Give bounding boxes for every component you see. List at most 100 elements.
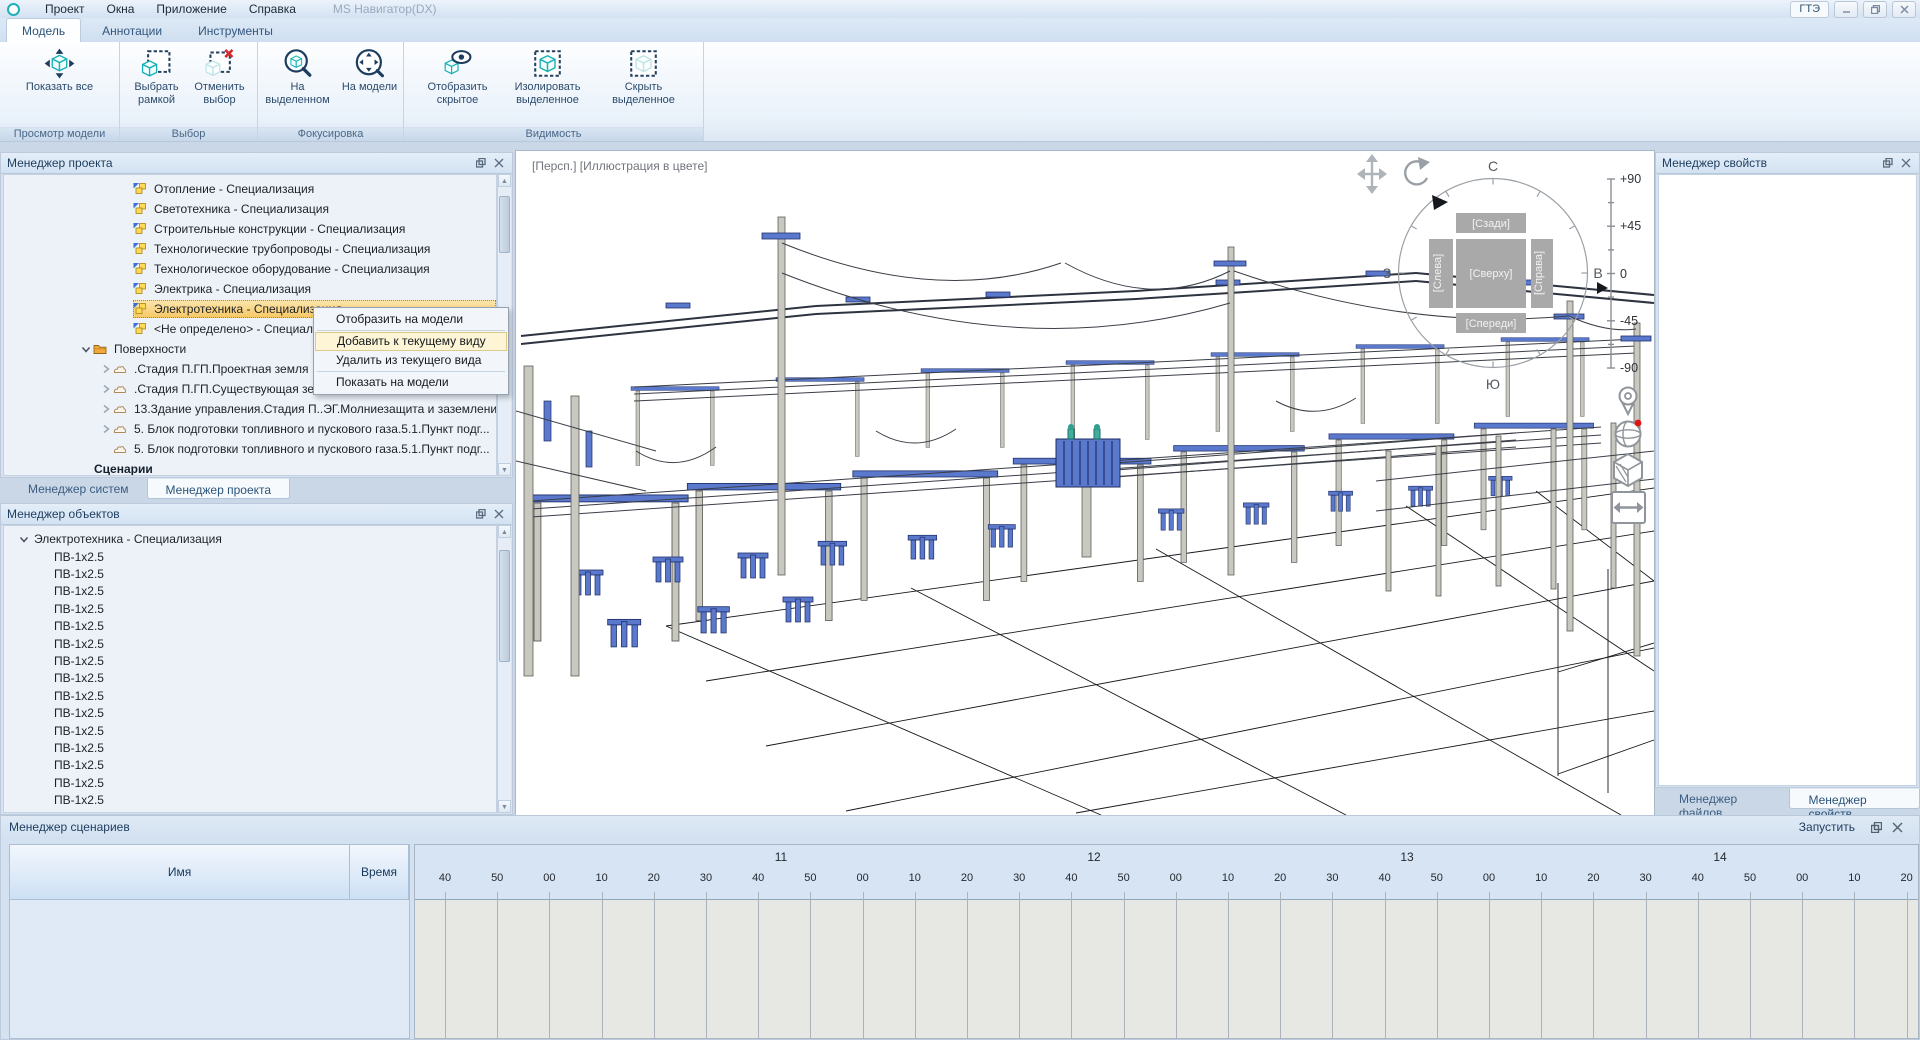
compass-east-label[interactable]: В xyxy=(1593,265,1602,281)
context-menu-item[interactable]: Отобразить на модели xyxy=(315,310,507,329)
menu-help[interactable]: Справка xyxy=(238,0,307,18)
scrollbar-thumb[interactable] xyxy=(499,550,510,662)
float-panel-icon[interactable] xyxy=(476,158,486,168)
menu-application[interactable]: Приложение xyxy=(145,0,237,18)
context-menu-item[interactable]: Удалить из текущего вида xyxy=(315,351,507,370)
close-panel-icon[interactable] xyxy=(1901,158,1911,168)
tree-item[interactable]: Технологическое оборудование - Специализ… xyxy=(4,259,496,279)
scroll-down-icon[interactable]: ▼ xyxy=(498,463,511,476)
minimize-button[interactable] xyxy=(1834,1,1858,18)
scroll-up-icon[interactable]: ▲ xyxy=(498,525,511,538)
object-list-item[interactable]: ПВ-1x2.5 xyxy=(4,670,496,687)
object-list-item[interactable]: ПВ-1x2.5 xyxy=(4,739,496,756)
tab-Аннотации[interactable]: Аннотации xyxy=(87,19,177,42)
object-list-scrollbar[interactable]: ▲ ▼ xyxy=(497,525,511,813)
expander-expanded-icon[interactable] xyxy=(79,342,93,356)
compass-face-front[interactable]: [Спереди] xyxy=(1466,318,1517,330)
isolate-selected-button[interactable]: Изолировать выделенное xyxy=(500,46,596,106)
object-list-item[interactable]: ПВ-1x2.5 xyxy=(4,687,496,704)
pan-width-tool-icon[interactable] xyxy=(1612,492,1645,523)
close-panel-icon[interactable] xyxy=(1892,822,1903,833)
timeline-gridline xyxy=(1228,892,1229,1038)
elevation-pointer[interactable] xyxy=(1597,282,1608,294)
compass-west-label[interactable]: З xyxy=(1383,265,1391,281)
object-list-item[interactable]: ПВ-1x2.5 xyxy=(4,809,496,813)
expander-collapsed-icon[interactable] xyxy=(99,402,113,416)
tree-item-label: Технологическое оборудование - Специализ… xyxy=(151,262,433,276)
tree-item[interactable]: Светотехника - Специализация xyxy=(4,199,496,219)
float-panel-icon[interactable] xyxy=(1871,822,1882,833)
show-all-button[interactable]: Показать все xyxy=(4,46,116,94)
object-list-item[interactable]: ПВ-1x2.5 xyxy=(4,791,496,808)
tree-item[interactable]: 5. Блок подготовки топливного и пусковог… xyxy=(4,419,496,439)
restore-button[interactable] xyxy=(1863,1,1887,18)
scroll-down-icon[interactable]: ▼ xyxy=(498,800,511,813)
timeline-ruler[interactable]: 4050001020304050001020304050001020304050… xyxy=(415,845,1918,900)
tree-item[interactable]: 13.Здание управления.Стадия П..ЭГ.Молние… xyxy=(4,399,496,419)
compass-face-top[interactable]: [Сверху] xyxy=(1470,268,1513,280)
tree-item[interactable]: Технологические трубопроводы - Специализ… xyxy=(4,239,496,259)
tree-item[interactable]: Электрика - Специализация xyxy=(4,279,496,299)
tree-item[interactable]: Отопление - Специализация xyxy=(4,179,496,199)
expander-collapsed-icon[interactable] xyxy=(99,422,113,436)
select-rect-button[interactable]: Выбрать рамкой xyxy=(126,46,188,106)
object-list-item[interactable]: ПВ-1x2.5 xyxy=(4,618,496,635)
show-hidden-button[interactable]: Отобразить скрытое xyxy=(416,46,500,106)
context-menu-item[interactable]: Добавить к текущему виду xyxy=(315,332,507,351)
compass-face-right[interactable]: [Справа] xyxy=(1533,251,1545,295)
object-list-item[interactable]: ПВ-1x2.5 xyxy=(4,722,496,739)
cancel-select-button[interactable]: Отменить выбор xyxy=(188,46,252,106)
object-list-item[interactable]: ПВ-1x2.5 xyxy=(4,774,496,791)
object-list-item[interactable]: ПВ-1x2.5 xyxy=(4,635,496,652)
compass-face-left[interactable]: [Слева] xyxy=(1432,254,1444,292)
focus-model-button[interactable]: На модели xyxy=(337,46,403,94)
context-menu-item[interactable]: Показать на модели xyxy=(315,373,507,392)
profile-button[interactable]: ГТЭ xyxy=(1790,1,1829,18)
close-panel-icon[interactable] xyxy=(494,509,504,519)
tab-Менеджер свойств[interactable]: Менеджер свойств xyxy=(1789,788,1920,809)
float-panel-icon[interactable] xyxy=(476,509,486,519)
app-logo-icon[interactable] xyxy=(7,3,20,16)
orbit-tool-icon[interactable] xyxy=(1616,420,1642,447)
run-button[interactable]: Запустить xyxy=(1799,820,1855,834)
compass-south-label[interactable]: Ю xyxy=(1486,376,1500,392)
pan-icon[interactable] xyxy=(1357,154,1387,194)
menu-windows[interactable]: Окна xyxy=(96,0,146,18)
float-panel-icon[interactable] xyxy=(1883,158,1893,168)
scroll-up-icon[interactable]: ▲ xyxy=(498,174,511,187)
timeline[interactable]: 4050001020304050001020304050001020304050… xyxy=(414,844,1919,1039)
tree-item[interactable]: Строительные конструкции - Специализация xyxy=(4,219,496,239)
tab-Менеджер файлов[interactable]: Менеджер файлов xyxy=(1661,788,1789,809)
hide-selected-button[interactable]: Скрыть выделенное xyxy=(596,46,692,106)
expander-expanded-icon[interactable] xyxy=(17,532,31,546)
tab-Модель[interactable]: Модель xyxy=(6,18,81,42)
isometric-tool-icon[interactable] xyxy=(1614,454,1642,486)
object-list-item[interactable]: ПВ-1x2.5 xyxy=(4,583,496,600)
compass-north-label[interactable]: С xyxy=(1488,158,1498,174)
scrollbar-thumb[interactable] xyxy=(499,196,510,253)
close-panel-icon[interactable] xyxy=(494,158,504,168)
menu-project[interactable]: Проект xyxy=(34,0,96,18)
rotate-icon[interactable] xyxy=(1405,157,1430,184)
compass-face-back[interactable]: [Сзади] xyxy=(1472,218,1510,230)
viewport-3d[interactable]: [Персп.] [Иллюстрация в цвете] xyxy=(515,150,1655,817)
expander-collapsed-icon[interactable] xyxy=(99,362,113,376)
object-list-item[interactable]: ПВ-1x2.5 xyxy=(4,757,496,774)
tree-item[interactable]: 5. Блок подготовки топливного и пусковог… xyxy=(4,439,496,459)
tab-Менеджер проекта[interactable]: Менеджер проекта xyxy=(147,478,291,499)
column-header-name[interactable]: Имя xyxy=(10,845,350,899)
tab-Менеджер систем[interactable]: Менеджер систем xyxy=(10,478,147,499)
column-header-time[interactable]: Время xyxy=(350,845,409,899)
expander-collapsed-icon[interactable] xyxy=(99,382,113,396)
object-list-item[interactable]: ПВ-1x2.5 xyxy=(4,705,496,722)
object-list-item[interactable]: ПВ-1x2.5 xyxy=(4,548,496,565)
tree-item[interactable]: Сценарии xyxy=(4,459,496,476)
object-list-item[interactable]: ПВ-1x2.5 xyxy=(4,565,496,582)
tab-Инструменты[interactable]: Инструменты xyxy=(183,19,288,42)
close-button[interactable] xyxy=(1892,1,1916,18)
object-list-item[interactable]: ПВ-1x2.5 xyxy=(4,600,496,617)
model-wireframe[interactable]: С Ю З В [Сзади] [Сверху] [Спереди] [Слев… xyxy=(516,151,1654,816)
object-list-root[interactable]: Электротехника - Специализация xyxy=(4,530,496,548)
object-list-item[interactable]: ПВ-1x2.5 xyxy=(4,652,496,669)
focus-selected-button[interactable]: На выделенном xyxy=(259,46,337,106)
